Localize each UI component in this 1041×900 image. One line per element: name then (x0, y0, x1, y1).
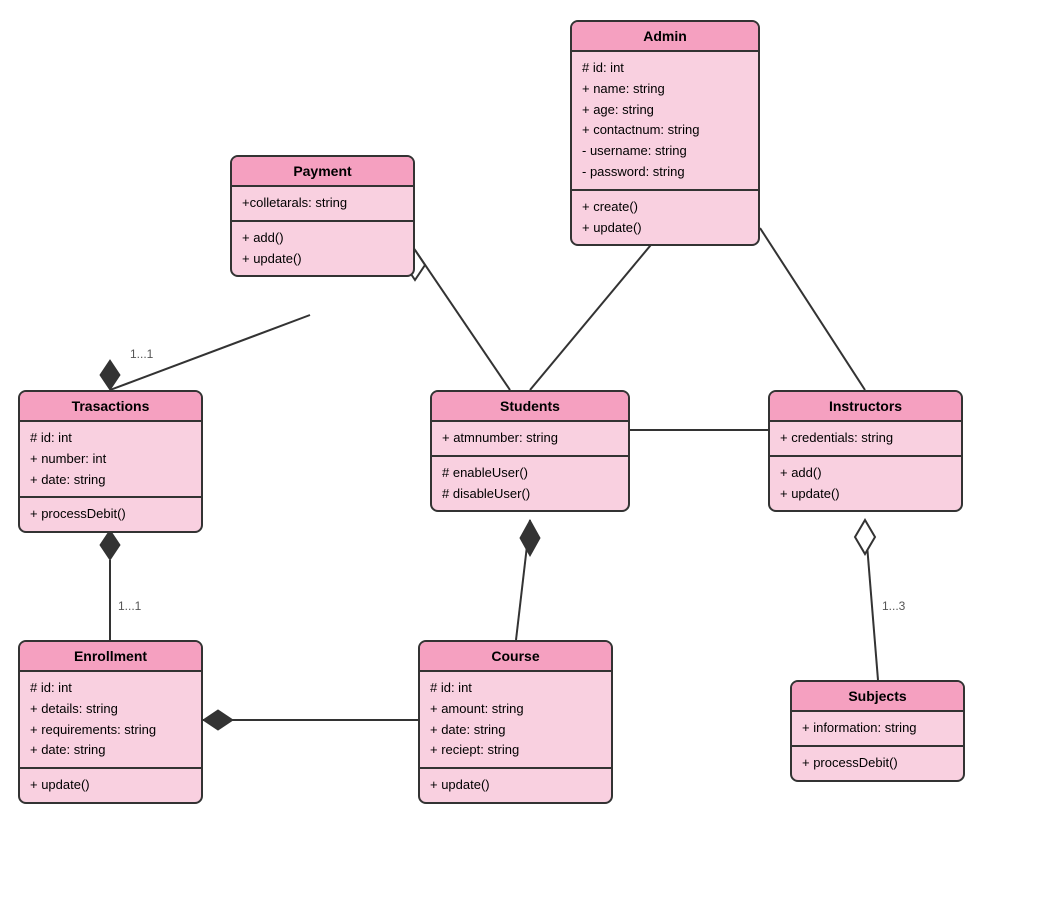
subjects-methods: + processDebit() (792, 747, 963, 780)
students-methods: # enableUser() # disableUser() (432, 457, 628, 511)
admin-class: Admin # id: int + name: string + age: st… (570, 20, 760, 246)
instructors-header: Instructors (770, 392, 961, 422)
subjects-class: Subjects + information: string + process… (790, 680, 965, 782)
subjects-header: Subjects (792, 682, 963, 712)
instructors-methods: + add() + update() (770, 457, 961, 511)
svg-text:1...1: 1...1 (130, 347, 154, 361)
instructors-attributes: + credentials: string (770, 422, 961, 457)
course-attributes: # id: int + amount: string + date: strin… (420, 672, 611, 769)
trasactions-attributes: # id: int + number: int + date: string (20, 422, 201, 498)
payment-class: Payment +colletarals: string + add() + u… (230, 155, 415, 277)
trasactions-header: Trasactions (20, 392, 201, 422)
subjects-attributes: + information: string (792, 712, 963, 747)
course-header: Course (420, 642, 611, 672)
enrollment-class: Enrollment # id: int + details: string +… (18, 640, 203, 804)
admin-methods: + create() + update() (572, 191, 758, 245)
students-header: Students (432, 392, 628, 422)
students-class: Students + atmnumber: string # enableUse… (430, 390, 630, 512)
course-methods: + update() (420, 769, 611, 802)
course-class: Course # id: int + amount: string + date… (418, 640, 613, 804)
admin-attributes: # id: int + name: string + age: string +… (572, 52, 758, 191)
enrollment-attributes: # id: int + details: string + requiremen… (20, 672, 201, 769)
enrollment-header: Enrollment (20, 642, 201, 672)
students-attributes: + atmnumber: string (432, 422, 628, 457)
payment-methods: + add() + update() (232, 222, 413, 276)
payment-header: Payment (232, 157, 413, 187)
payment-attributes: +colletarals: string (232, 187, 413, 222)
svg-text:1...3: 1...3 (882, 599, 906, 613)
svg-text:1...1: 1...1 (118, 599, 142, 613)
enrollment-methods: + update() (20, 769, 201, 802)
trasactions-methods: + processDebit() (20, 498, 201, 531)
instructors-class: Instructors + credentials: string + add(… (768, 390, 963, 512)
uml-diagram: 1...1 1...1 1...3 Admin # id: int + name… (0, 0, 1041, 900)
admin-header: Admin (572, 22, 758, 52)
trasactions-class: Trasactions # id: int + number: int + da… (18, 390, 203, 533)
